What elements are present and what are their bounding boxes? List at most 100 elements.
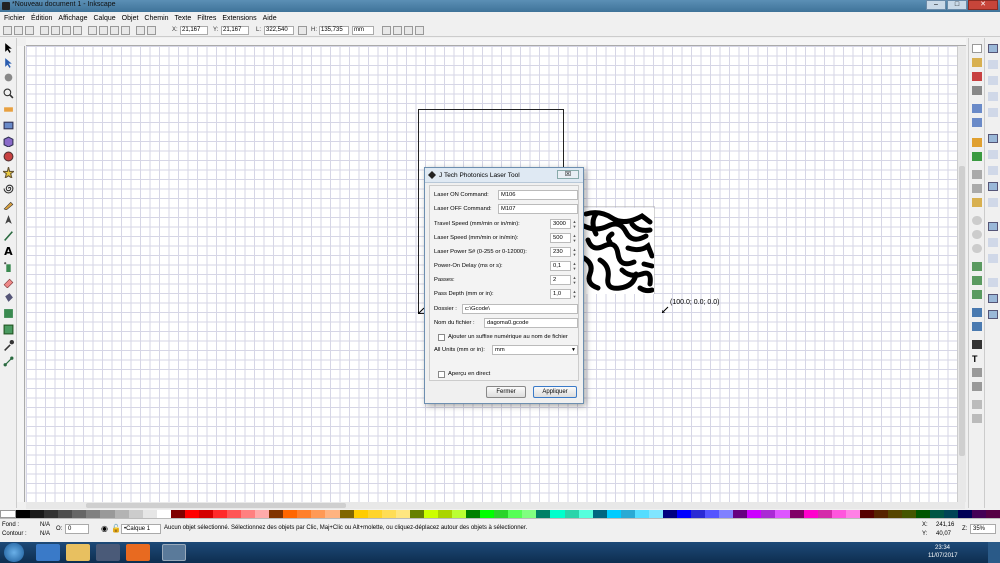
new-document-icon[interactable] <box>972 44 982 53</box>
snap-bbox-icon[interactable] <box>988 60 998 69</box>
import-icon[interactable] <box>972 104 982 113</box>
calligraphy-tool-icon[interactable] <box>3 230 14 241</box>
snap-bbox-corners-icon[interactable] <box>988 92 998 101</box>
redo-icon[interactable] <box>972 152 982 161</box>
snap-nodes-icon[interactable] <box>988 134 998 143</box>
menu-objet[interactable]: Objet <box>122 15 139 22</box>
laser-power-spinner[interactable]: ▲ ▼ <box>572 247 577 257</box>
xml-editor-icon[interactable] <box>972 382 982 391</box>
layers-icon[interactable] <box>972 368 982 377</box>
unlink-clone-icon[interactable] <box>972 290 982 299</box>
fill-stroke-icon[interactable] <box>972 340 982 349</box>
ellipse-tool-icon[interactable] <box>3 151 14 162</box>
flip-vertical-icon[interactable] <box>73 26 82 35</box>
layer-lock-icon[interactable]: 🔓 <box>111 524 121 533</box>
close-dialog-button[interactable]: Fermer <box>486 386 526 398</box>
snap-bbox-edges-icon[interactable] <box>988 76 998 85</box>
paste-icon[interactable] <box>972 198 982 207</box>
height-field[interactable]: 135,735 <box>319 26 349 35</box>
color-palette[interactable] <box>0 510 1000 518</box>
layer-select[interactable]: •Calque 1 <box>121 524 161 534</box>
align-distribute-icon[interactable] <box>972 400 982 409</box>
horizontal-scroll-thumb[interactable] <box>86 503 346 508</box>
save-icon[interactable] <box>972 72 982 81</box>
menu-chemin[interactable]: Chemin <box>144 15 168 22</box>
start-button[interactable] <box>4 543 24 562</box>
snap-bbox-midpoints-icon[interactable] <box>988 108 998 117</box>
select-all-layers-icon[interactable] <box>14 26 23 35</box>
rotate-ccw-icon[interactable] <box>40 26 49 35</box>
menu-extensions[interactable]: Extensions <box>222 15 256 22</box>
align-icon[interactable] <box>136 26 145 35</box>
minimize-button[interactable]: – <box>926 0 946 10</box>
zoom-tool-icon[interactable] <box>3 88 14 99</box>
show-desktop-button[interactable] <box>988 542 1000 563</box>
menu-calque[interactable]: Calque <box>93 15 115 22</box>
snap-smooth-nodes-icon[interactable] <box>988 198 998 207</box>
laser-on-input[interactable]: M106 <box>498 190 578 200</box>
undo-icon[interactable] <box>972 138 982 147</box>
star-tool-icon[interactable] <box>3 167 14 178</box>
scale-stroke-icon[interactable] <box>382 26 391 35</box>
units-select[interactable]: mm ▼ <box>492 345 578 355</box>
paint-bucket-tool-icon[interactable] <box>3 292 14 303</box>
clone-icon[interactable] <box>972 276 982 285</box>
menu-affichage[interactable]: Affichage <box>58 15 87 22</box>
print-icon[interactable] <box>972 86 982 95</box>
rotate-cw-icon[interactable] <box>51 26 60 35</box>
raise-icon[interactable] <box>99 26 108 35</box>
lower-to-bottom-icon[interactable] <box>121 26 130 35</box>
spiral-tool-icon[interactable] <box>3 183 14 194</box>
layer-visibility-icon[interactable]: ◉ <box>101 524 108 533</box>
menu-edition[interactable]: Édition <box>31 15 52 22</box>
text-font-icon[interactable]: T <box>972 354 982 364</box>
mesh-tool-icon[interactable] <box>3 324 14 335</box>
3d-box-tool-icon[interactable] <box>3 136 14 147</box>
pencil-tool-icon[interactable] <box>3 199 14 210</box>
select-all-icon[interactable] <box>3 26 12 35</box>
laser-speed-spinner[interactable]: ▲ ▼ <box>572 233 577 243</box>
snap-paths-icon[interactable] <box>988 150 998 159</box>
maximize-button[interactable]: □ <box>947 0 967 10</box>
eraser-tool-icon[interactable] <box>3 277 14 288</box>
zoom-selection-icon[interactable] <box>972 216 982 225</box>
firefox-taskbar-icon[interactable] <box>126 544 150 561</box>
no-paint-swatch[interactable] <box>0 510 17 518</box>
x-field[interactable]: 21,167 <box>180 26 208 35</box>
flip-horizontal-icon[interactable] <box>62 26 71 35</box>
cut-icon[interactable] <box>972 184 982 193</box>
unit-select[interactable]: mm <box>352 26 374 35</box>
snap-grids-icon[interactable] <box>988 294 998 303</box>
pass-depth-spinner[interactable]: ▲ ▼ <box>572 289 577 299</box>
pass-depth-input[interactable]: 1,0 <box>550 289 571 299</box>
text-tool-icon[interactable]: A <box>3 245 14 256</box>
laser-off-input[interactable]: M107 <box>498 204 578 214</box>
scale-corners-icon[interactable] <box>393 26 402 35</box>
open-icon[interactable] <box>972 58 982 67</box>
lower-icon[interactable] <box>110 26 119 35</box>
preferences-icon[interactable] <box>972 414 982 423</box>
filename-input[interactable]: dagoma0.gcode <box>484 318 578 328</box>
dialog-close-button[interactable]: ☒ <box>557 170 579 179</box>
ie-taskbar-icon[interactable] <box>36 544 60 561</box>
suffix-checkbox[interactable] <box>438 334 445 341</box>
power-on-delay-input[interactable]: 0,1 <box>550 261 571 271</box>
snap-guides-icon[interactable] <box>988 310 998 319</box>
duplicate-icon[interactable] <box>972 262 982 271</box>
snap-text-baseline-icon[interactable] <box>988 254 998 263</box>
spray-tool-icon[interactable] <box>3 261 14 272</box>
move-gradients-icon[interactable] <box>404 26 413 35</box>
laser-power-input[interactable]: 230 <box>550 247 571 257</box>
snap-cusp-nodes-icon[interactable] <box>988 182 998 191</box>
media-player-taskbar-icon[interactable] <box>96 544 120 561</box>
raise-to-top-icon[interactable] <box>88 26 97 35</box>
zoom-field[interactable]: 35% <box>970 524 996 534</box>
lock-ratio-icon[interactable] <box>298 26 307 35</box>
vertical-scrollbar[interactable] <box>957 46 966 502</box>
folder-input[interactable]: c:\Gcode\ <box>462 304 578 314</box>
passes-spinner[interactable]: ▲ ▼ <box>572 275 577 285</box>
measure-tool-icon[interactable] <box>3 104 14 115</box>
group-icon[interactable] <box>972 308 982 317</box>
snap-page-border-icon[interactable] <box>988 278 998 287</box>
connector-tool-icon[interactable] <box>3 356 14 367</box>
